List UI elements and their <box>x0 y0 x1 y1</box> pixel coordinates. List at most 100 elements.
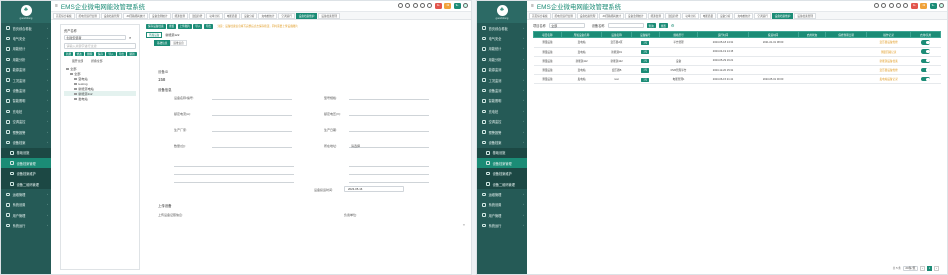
field-input[interactable] <box>212 127 292 132</box>
filter-project-select[interactable]: 全部 <box>548 23 585 29</box>
sidebar-item[interactable]: 空调监控 › <box>1 117 51 127</box>
reset-button[interactable]: 重置 <box>658 23 668 28</box>
next-page-button[interactable]: › <box>934 266 939 271</box>
sidebar-item[interactable]: 设备监测 › <box>1 85 51 95</box>
enable-toggle[interactable] <box>921 67 931 73</box>
help-icon[interactable] <box>896 3 902 9</box>
tab-item[interactable]: 能源监测 <box>647 12 664 19</box>
prev-page-button[interactable]: ‹ <box>920 266 925 271</box>
sidebar-item[interactable]: 智能照明 › <box>477 96 527 106</box>
sidebar-item[interactable]: 设备档案 › <box>1 137 51 147</box>
toolbar-button[interactable]: 导出 <box>203 24 214 29</box>
sidebar-item[interactable]: 电气安全 › <box>477 33 527 43</box>
tab-item[interactable]: 首页综合看板 <box>529 12 551 19</box>
record-link[interactable]: 新能源设备档案 <box>880 60 898 63</box>
current-page[interactable]: 1 <box>927 266 932 271</box>
sidebar-item[interactable]: 基础设施 <box>1 147 51 159</box>
tree-button[interactable]: 导入 <box>106 51 116 57</box>
collapse-all-link[interactable]: 折叠全部 <box>91 59 102 63</box>
sidebar-item[interactable]: 系统运行 › <box>477 220 527 230</box>
sidebar-item[interactable]: 系统设置 › <box>477 200 527 210</box>
tab-item[interactable]: 设备档案管理 <box>100 12 123 19</box>
sidebar-item[interactable]: 充电桩 › <box>1 106 51 116</box>
message-badge[interactable]: 9+ <box>929 3 937 9</box>
tab-item[interactable]: 温度趋势 <box>188 12 206 19</box>
fullscreen-icon[interactable] <box>888 3 894 9</box>
sidebar-item[interactable]: 设备二维码管理 <box>477 178 527 190</box>
sidebar-item[interactable]: 设备档案 › <box>477 137 527 147</box>
tab-item[interactable]: 设备分析 <box>241 12 258 19</box>
enable-toggle[interactable] <box>921 49 931 54</box>
asset-search-input[interactable]: 创建安装者 <box>64 35 126 41</box>
record-link[interactable]: 变压器设备维修 <box>880 41 898 44</box>
sidebar-item[interactable]: 设备档案管理 <box>1 158 51 169</box>
tab-item[interactable]: 温度趋势 <box>664 12 682 19</box>
page-size-select[interactable]: 20条/页 <box>902 265 918 271</box>
tab-item[interactable]: JD回路能耗统计 <box>599 12 625 19</box>
crumb-parent[interactable]: 所属设备 <box>146 31 163 38</box>
tab-item[interactable]: 配电室运行监测 <box>551 12 576 19</box>
sidebar-item[interactable]: 首页综合看板 › <box>477 23 527 33</box>
sidebar-item[interactable]: 预警报警 › <box>477 127 527 137</box>
tree-button[interactable]: 刷新 <box>127 51 137 57</box>
field-input[interactable] <box>349 143 429 148</box>
scroll-right-icon[interactable]: » <box>463 222 465 227</box>
sidebar-item[interactable]: 设备档案维护 <box>477 168 527 179</box>
sidebar-item[interactable]: 空调监控 › <box>477 117 527 127</box>
message-badge[interactable]: 9+ <box>453 3 461 9</box>
sidebar-item[interactable]: 运维管理 › <box>1 189 51 199</box>
search-icon[interactable] <box>873 3 879 9</box>
sidebar-item[interactable]: 基础设施 <box>477 147 527 159</box>
shirt-icon[interactable] <box>427 3 433 9</box>
tab-item[interactable]: 设备档案管理 <box>318 12 340 19</box>
sidebar-item[interactable]: 运维管理 › <box>477 189 527 199</box>
toolbar-button[interactable]: 上传图片 <box>177 24 192 29</box>
table-row[interactable]: 测量设备 变电站 变压器A区 1号 平台管理 2023-05-18 14:31 2021-0… <box>533 37 941 48</box>
table-row[interactable]: 测量设备 新能源112 新能源122 1号 设备 2023-05-29 16:21 新能源设… <box>533 56 941 66</box>
tree-node[interactable]: 发电站 <box>64 96 136 101</box>
sidebar-item[interactable]: 用户管理 › <box>477 210 527 220</box>
subtab-ops-info[interactable]: 运维信息 <box>170 39 187 46</box>
tab-item[interactable]: 设备分析 <box>717 12 734 19</box>
settings-icon[interactable] <box>405 3 411 9</box>
table-row[interactable]: 测量设备 变电站 变压器B 1号 DVR管理平台 2023-12-20 15:31 变压器设… <box>533 65 941 76</box>
sidebar-item[interactable]: 用能分析 › <box>477 54 527 64</box>
record-link[interactable]: 变压器设备维修 <box>880 69 898 72</box>
tab-item[interactable]: 空调运行 <box>754 12 771 19</box>
sidebar-item[interactable]: 设备二维码管理 <box>1 178 51 190</box>
search-icon[interactable]: ⌕ <box>129 35 131 40</box>
tab-item[interactable]: 首页综合看板 <box>53 12 75 19</box>
record-link[interactable]: 发电站设备记录 <box>880 78 898 81</box>
sidebar-item[interactable]: 工况监测 › <box>1 75 51 85</box>
tab-item[interactable]: 设备档案维护 <box>771 12 794 19</box>
hamburger-icon[interactable]: ≡ <box>531 3 534 9</box>
enable-toggle[interactable] <box>921 58 931 64</box>
tab-item[interactable]: 设备监测统计 <box>625 12 647 19</box>
address-input[interactable] <box>349 178 429 183</box>
tab-item[interactable]: 功率分析 <box>206 12 223 19</box>
sidebar-item[interactable]: 用能统计 › <box>1 44 51 54</box>
tab-item[interactable]: JD回路能耗统计 <box>123 12 149 19</box>
search-icon[interactable] <box>397 3 403 9</box>
tab-item[interactable]: 充电桩统计 <box>258 12 278 19</box>
enable-toggle[interactable] <box>921 77 931 82</box>
sidebar-item[interactable]: 设备档案管理 <box>477 158 527 169</box>
tree-button[interactable]: 删除 <box>85 51 95 57</box>
sidebar-item[interactable]: 用户管理 › <box>1 210 51 220</box>
table-row[interactable]: 测量设备 发电站 test 1号 电能管理1 2023-06-15 21:41 2023-0… <box>533 74 941 85</box>
sidebar-item[interactable]: 首页综合看板 › <box>1 23 51 33</box>
sidebar-item[interactable]: 用能统计 › <box>477 44 527 54</box>
toolbar-button[interactable]: 保存设备档案 <box>146 24 166 29</box>
field-input[interactable] <box>212 111 292 116</box>
tab-item[interactable]: 电能质量 <box>223 12 241 19</box>
record-link[interactable]: 测量回路记录 <box>881 51 897 54</box>
tree-button[interactable]: 修改 <box>74 51 84 57</box>
tab-item[interactable]: 能源监测 <box>171 12 188 19</box>
commission-date-input[interactable]: 2023-05-16 <box>344 186 404 192</box>
tab-item[interactable]: 设备档案维护 <box>295 12 318 19</box>
sidebar-item[interactable]: 设备监测 › <box>477 85 527 95</box>
sidebar-item[interactable]: 充电桩 › <box>477 106 527 116</box>
sidebar-item[interactable]: 工况监测 › <box>477 75 527 85</box>
settings-icon[interactable]: ⚙ <box>671 23 675 28</box>
alarm-badge[interactable]: 9+ <box>434 3 442 9</box>
